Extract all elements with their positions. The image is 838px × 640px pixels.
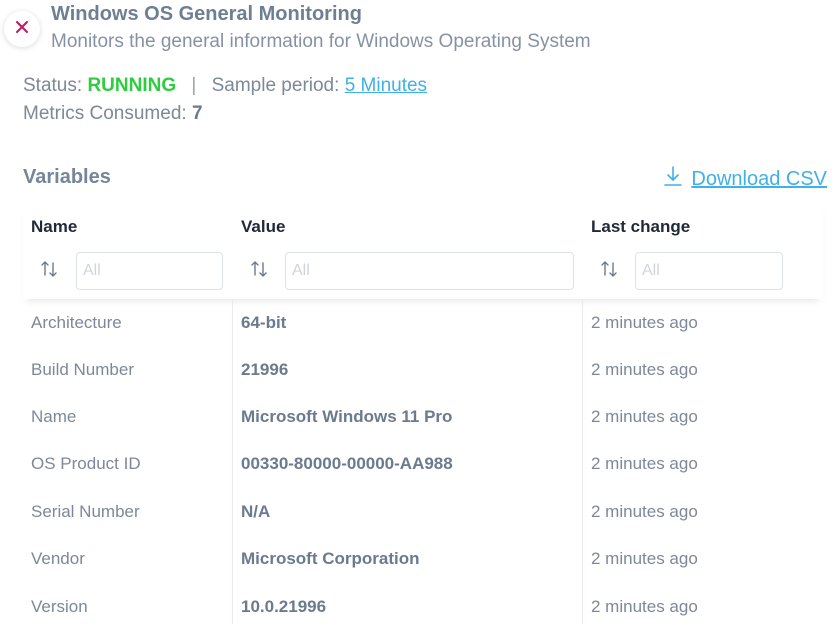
- row-last-change: 2 minutes ago: [591, 407, 698, 426]
- table-row: Version 10.0.21996 2 minutes ago: [23, 583, 823, 630]
- row-name: Serial Number: [31, 502, 140, 521]
- row-name: Architecture: [31, 313, 122, 332]
- sort-last-change-icon[interactable]: [599, 259, 619, 279]
- column-header-last-change: Last change: [591, 217, 691, 236]
- download-csv-button[interactable]: Download CSV: [663, 165, 827, 193]
- row-last-change: 2 minutes ago: [591, 454, 698, 473]
- status-label: Status:: [23, 75, 83, 96]
- metrics-label: Metrics Consumed:: [23, 103, 187, 124]
- row-last-change: 2 minutes ago: [591, 313, 698, 332]
- table-row: Build Number 21996 2 minutes ago: [23, 346, 823, 393]
- column-header-name: Name: [31, 217, 78, 236]
- row-value: Microsoft Windows 11 Pro: [241, 407, 453, 426]
- row-name: Version: [31, 597, 88, 616]
- row-name: Build Number: [31, 360, 134, 379]
- row-value: 64-bit: [241, 313, 287, 332]
- sample-period-link[interactable]: 5 Minutes: [345, 75, 427, 96]
- table-row: Vendor Microsoft Corporation 2 minutes a…: [23, 535, 823, 582]
- table-row: Name Microsoft Windows 11 Pro 2 minutes …: [23, 393, 823, 440]
- row-value: 21996: [241, 360, 289, 379]
- filter-name-input[interactable]: [76, 252, 223, 290]
- close-icon: [15, 20, 29, 39]
- filter-last-change-input[interactable]: [635, 252, 783, 290]
- table-row: OS Product ID 00330-80000-00000-AA988 2 …: [23, 440, 823, 487]
- status-value: RUNNING: [87, 75, 177, 96]
- row-name: OS Product ID: [31, 454, 141, 473]
- row-value: Microsoft Corporation: [241, 549, 420, 568]
- row-name: Vendor: [31, 549, 85, 568]
- row-last-change: 2 minutes ago: [591, 549, 698, 568]
- sort-name-icon[interactable]: [39, 259, 59, 279]
- status-line: Status: RUNNING | Sample period: 5 Minut…: [23, 75, 427, 97]
- download-icon: [663, 165, 683, 193]
- page-title: Windows OS General Monitoring: [51, 3, 362, 25]
- status-separator: |: [191, 75, 197, 96]
- filter-value-input[interactable]: [285, 252, 574, 290]
- row-value: N/A: [241, 502, 271, 521]
- metrics-value: 7: [191, 103, 203, 124]
- sample-period-label: Sample period:: [211, 75, 340, 96]
- row-value: 00330-80000-00000-AA988: [241, 454, 453, 473]
- table-header: Name Value Last change: [23, 203, 823, 299]
- metrics-line: Metrics Consumed: 7: [23, 103, 203, 125]
- row-name: Name: [31, 407, 77, 426]
- table-row: Architecture 64-bit 2 minutes ago: [23, 299, 823, 346]
- column-header-value: Value: [241, 217, 286, 236]
- page-subtitle: Monitors the general information for Win…: [51, 31, 591, 52]
- row-last-change: 2 minutes ago: [591, 360, 698, 379]
- row-value: 10.0.21996: [241, 597, 327, 616]
- row-last-change: 2 minutes ago: [591, 597, 698, 616]
- table-body: Architecture 64-bit 2 minutes ago Build …: [23, 299, 823, 629]
- row-last-change: 2 minutes ago: [591, 502, 698, 521]
- close-button[interactable]: [4, 11, 40, 47]
- download-csv-label: Download CSV: [691, 167, 827, 190]
- variables-title: Variables: [23, 166, 111, 188]
- table-row: Serial Number N/A 2 minutes ago: [23, 488, 823, 535]
- sort-value-icon[interactable]: [249, 259, 269, 279]
